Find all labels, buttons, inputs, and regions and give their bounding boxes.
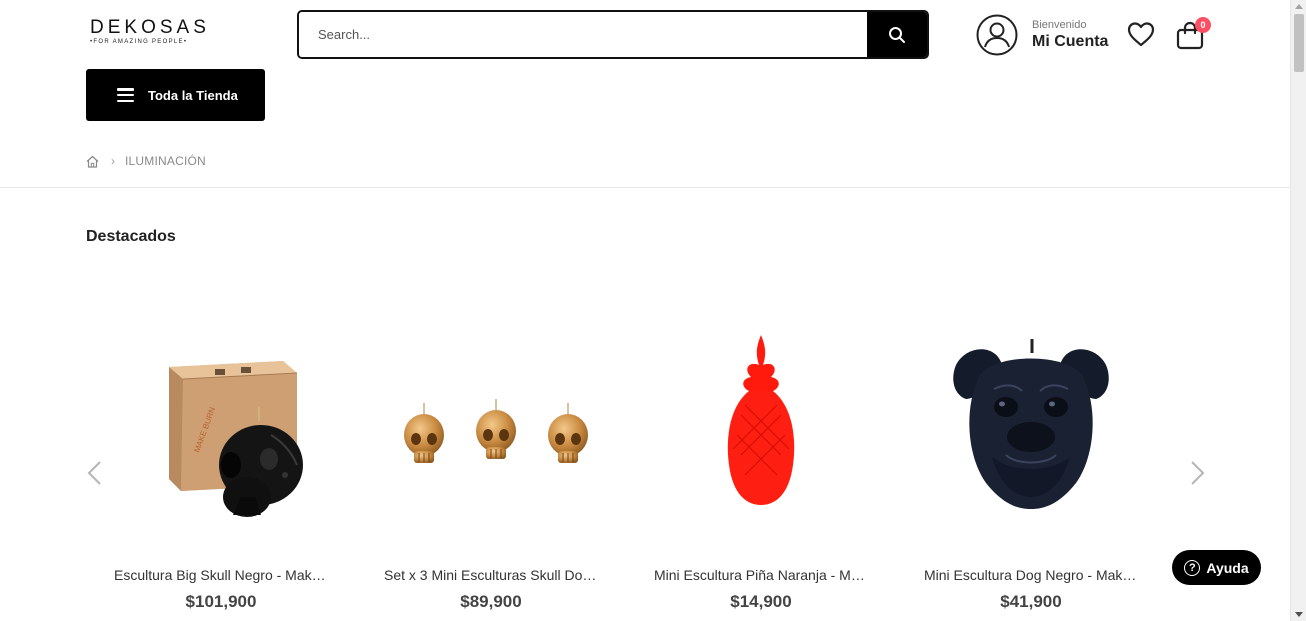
product-image-gold-skulls[interactable] bbox=[356, 300, 626, 550]
product-price: $89,900 bbox=[460, 592, 522, 611]
site-logo[interactable]: DEKOSAS •FOR AMAZING PEOPLE• bbox=[90, 17, 210, 46]
scroll-down-arrow-icon[interactable] bbox=[1295, 612, 1303, 617]
product-price: $14,900 bbox=[730, 592, 792, 611]
red-pineapple-illustration bbox=[727, 335, 795, 505]
section-title: Destacados bbox=[86, 228, 176, 245]
all-store-menu-button[interactable]: Toda la Tienda bbox=[86, 69, 265, 121]
product-price: $41,900 bbox=[1000, 592, 1062, 611]
scrollbar-thumb[interactable] bbox=[1294, 14, 1304, 72]
cart-count-badge: 0 bbox=[1195, 17, 1211, 33]
question-circle-icon: ? bbox=[1184, 559, 1201, 576]
product-name[interactable]: Mini Escultura Dog Negro - Make Burn bbox=[896, 567, 1166, 583]
search-icon bbox=[889, 26, 905, 43]
logo-text: DEKOSAS bbox=[90, 17, 210, 38]
account-label: Mi Cuenta bbox=[1032, 32, 1109, 50]
carousel-next-chevron-icon[interactable] bbox=[1190, 460, 1206, 486]
chevron-right-icon: › bbox=[111, 154, 115, 168]
gold-skulls-illustration bbox=[404, 399, 588, 463]
logo-tagline: •FOR AMAZING PEOPLE• bbox=[90, 39, 188, 45]
help-label: Ayuda bbox=[1206, 559, 1249, 576]
user-icon bbox=[976, 14, 1018, 56]
search-input[interactable] bbox=[299, 12, 867, 57]
search-bar bbox=[297, 10, 929, 59]
store-button-label: Toda la Tienda bbox=[148, 87, 238, 103]
page-scrollbar[interactable] bbox=[1290, 0, 1306, 621]
black-bulldog-illustration bbox=[953, 339, 1109, 509]
search-button[interactable] bbox=[867, 12, 927, 57]
product-name[interactable]: Mini Escultura Piña Naranja - Make Burn bbox=[626, 567, 896, 583]
product-price: $101,900 bbox=[185, 592, 257, 611]
product-name[interactable]: Escultura Big Skull Negro - Make Burn bbox=[86, 567, 356, 583]
product-name[interactable]: Set x 3 Mini Esculturas Skull Dorado bbox=[356, 567, 626, 583]
wishlist-heart-icon[interactable] bbox=[1127, 21, 1155, 47]
product-image-red-pineapple[interactable] bbox=[626, 300, 896, 550]
account-welcome: Bienvenido bbox=[1032, 18, 1087, 31]
scroll-up-arrow-icon[interactable] bbox=[1295, 4, 1303, 9]
product-image-black-dog[interactable] bbox=[896, 300, 1166, 550]
home-icon[interactable] bbox=[86, 155, 99, 168]
menu-hamburger-icon bbox=[117, 88, 134, 102]
breadcrumb-current: ILUMINACIÓN bbox=[125, 154, 206, 168]
black-skull-candle-illustration: MAKE BURN bbox=[169, 361, 303, 517]
account-link[interactable]: Bienvenido Mi Cuenta bbox=[976, 14, 1108, 56]
breadcrumb: › ILUMINACIÓN bbox=[86, 154, 206, 168]
header-divider bbox=[0, 187, 1290, 188]
product-image-skull-box[interactable]: MAKE BURN bbox=[86, 300, 356, 550]
help-chat-button[interactable]: ? Ayuda bbox=[1172, 550, 1261, 585]
